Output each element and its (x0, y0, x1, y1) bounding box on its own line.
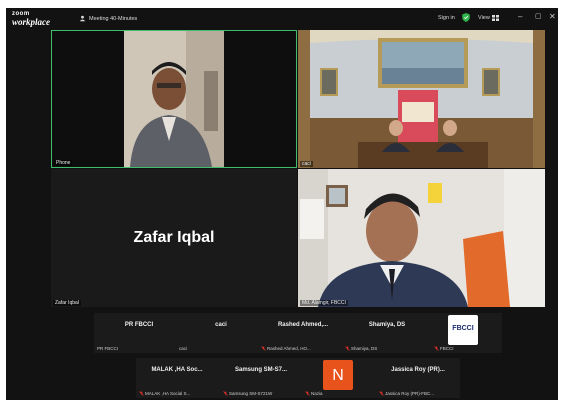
participant-video (298, 169, 545, 307)
video-tile-caci[interactable]: caci (298, 30, 545, 168)
view-label: View (478, 15, 490, 21)
thumbnail-label-wrap: Jassica Roy (PR)-FBC... (379, 391, 434, 396)
minimize-icon[interactable]: – (518, 13, 522, 21)
thumbnail-label: Samsung SM-S721W (229, 391, 273, 396)
mic-muted-icon (434, 346, 439, 351)
tile-label: caci (300, 161, 313, 167)
tile-label: Zafar Iqbal (53, 300, 81, 306)
thumbnail-label-wrap: Rashed Ahmed, HO... (261, 346, 311, 351)
thumbnail-name: MALAK ,HA Soc... (151, 367, 203, 373)
video-tile-alamgir[interactable]: Md. Alamgir, FBCCI (298, 169, 545, 307)
thumbnail-strip-row-1: PR FBCCI PR FBCCI caci caci Rashed Ahmed… (94, 313, 502, 353)
mic-muted-icon (305, 391, 310, 396)
thumbnail-label-wrap: Samsung SM-S721W (223, 391, 272, 396)
thumbnail-label-wrap: FBCCI (434, 346, 454, 351)
thumbnail-strip-row-2: MALAK ,HA Soc... MALAK ,HA Social S... S… (136, 358, 460, 398)
mic-muted-icon (261, 346, 266, 351)
participant-video (298, 30, 545, 168)
thumbnail-malak[interactable]: MALAK ,HA Soc... MALAK ,HA Social S... (136, 358, 218, 398)
thumbnail-label: Nazia (311, 391, 323, 396)
thumbnail-label-wrap: MALAK ,HA Social S... (139, 391, 190, 396)
title-bar: zoom workplace Meeting 40-Minutes Sign i… (6, 8, 558, 30)
thumbnail-label-wrap: Shamiya, DS (345, 346, 377, 351)
thumbnail-label: Jassica Roy (PR)-FBC... (385, 391, 435, 396)
thumbnail-label: Rashed Ahmed, HO... (267, 346, 311, 351)
fbcci-logo-text: FBCCI (452, 325, 474, 332)
thumbnail-label: MALAK ,HA Social S... (145, 391, 191, 396)
zoom-workplace-logo: zoom workplace (12, 11, 64, 27)
video-tile-zafar-iqbal[interactable]: Zafar Iqbal Zafar Iqbal (51, 169, 297, 307)
thumbnail-label-wrap: Nazia (305, 391, 323, 396)
zoom-window: zoom workplace Meeting 40-Minutes Sign i… (6, 8, 558, 400)
thumbnail-samsung[interactable]: Samsung SM-S7... Samsung SM-S721W (220, 358, 302, 398)
thumbnail-label: Shamiya, DS (351, 346, 378, 351)
video-tile-phone[interactable]: Phone (51, 30, 297, 168)
tile-label: Phone (54, 160, 73, 166)
avatar-initial: N (332, 367, 344, 384)
thumbnail-rashed-ahmed[interactable]: Rashed Ahmed,... Rashed Ahmed, HO... (258, 313, 348, 353)
meeting-info[interactable]: Meeting 40-Minutes (79, 15, 137, 22)
mic-muted-icon (345, 346, 350, 351)
close-icon[interactable]: ✕ (549, 13, 556, 21)
tile-label: Md. Alamgir, FBCCI (300, 300, 348, 306)
thumbnail-name: Jassica Roy (PR)... (391, 367, 445, 373)
mic-muted-icon (379, 391, 384, 396)
thumbnail-pr-fbcci[interactable]: PR FBCCI PR FBCCI (94, 313, 184, 353)
logo-line2: workplace (12, 17, 50, 27)
thumbnail-label: caci (179, 346, 188, 351)
thumbnail-caci[interactable]: caci caci (176, 313, 266, 353)
thumbnail-fbcci[interactable]: FBCCI FBCCI (424, 313, 502, 353)
shield-icon[interactable] (462, 13, 470, 22)
thumbnail-name: Rashed Ahmed,... (277, 322, 329, 328)
maximize-icon[interactable]: ▢ (535, 13, 542, 21)
mic-muted-icon (223, 391, 228, 396)
thumbnail-label: PR FBCCI (97, 346, 119, 351)
avatar: N (323, 360, 353, 390)
participant-video (124, 31, 224, 167)
meeting-title: Meeting 40-Minutes (89, 15, 138, 22)
thumbnail-label: FBCCI (440, 346, 454, 351)
thumbnail-name: Samsung SM-S7... (234, 367, 287, 373)
view-button[interactable]: View (478, 15, 499, 21)
thumbnail-shamiya[interactable]: Shamiya, DS Shamiya, DS (342, 313, 432, 353)
meeting-icon (79, 15, 86, 22)
fbcci-logo: FBCCI (448, 315, 478, 345)
thumbnail-name: PR FBCCI (124, 322, 154, 328)
thumbnail-nazia[interactable]: N Nazia (302, 358, 368, 398)
thumbnail-jassica-roy[interactable]: Jassica Roy (PR)... Jassica Roy (PR)-FBC… (376, 358, 460, 398)
participant-display-name: Zafar Iqbal (133, 229, 215, 246)
mic-muted-icon (139, 391, 144, 396)
view-grid-icon (491, 15, 499, 21)
thumbnail-name: caci (215, 322, 227, 328)
thumbnail-name: Shamiya, DS (368, 322, 406, 328)
sign-in-button[interactable]: Sign in (438, 15, 455, 21)
